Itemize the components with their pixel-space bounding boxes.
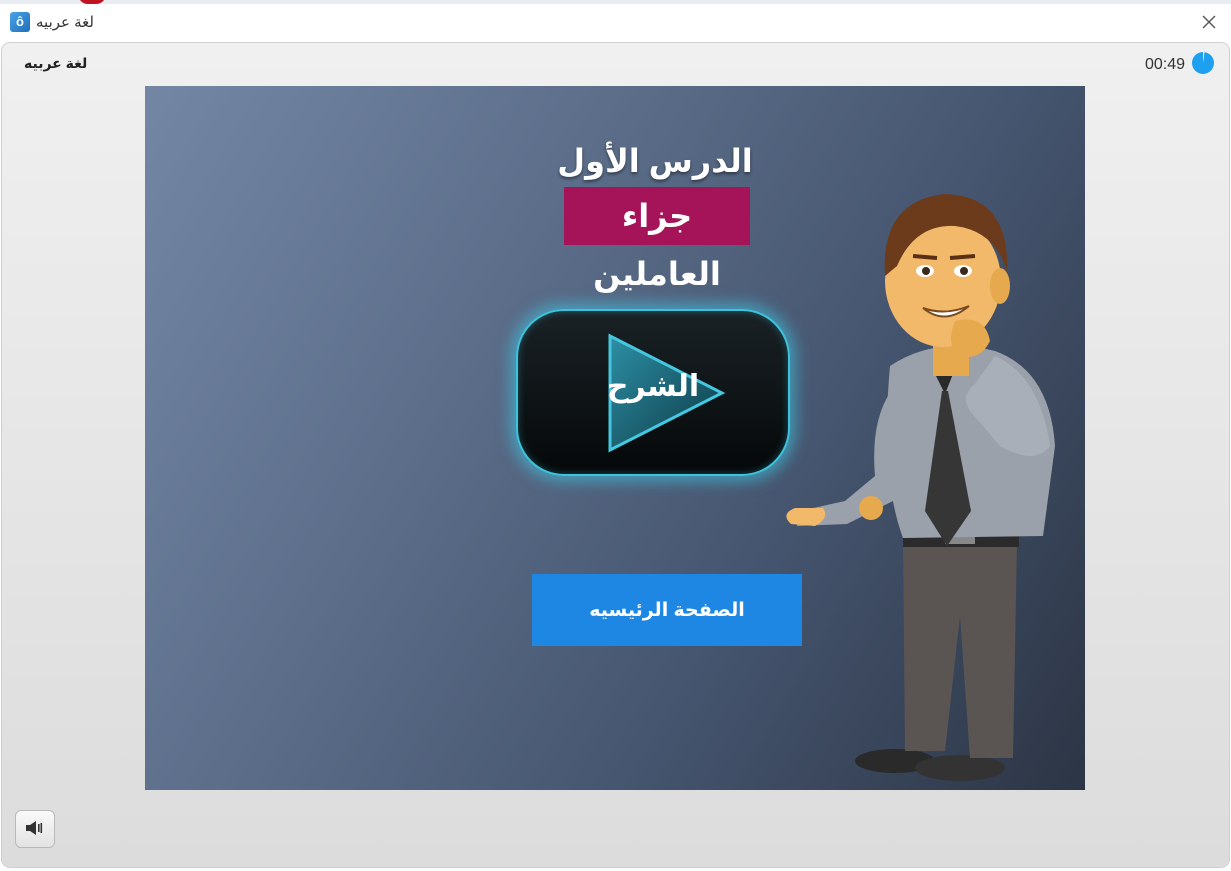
mute-button[interactable] [15, 810, 55, 848]
lesson-subtitle: جزاء العاملين [564, 187, 750, 292]
window-titlebar: ô لغة عربيه [0, 4, 1231, 40]
window-title: لغة عربيه [36, 14, 94, 31]
close-icon [1202, 15, 1216, 29]
close-button[interactable] [1193, 8, 1225, 36]
course-title: لغة عربيه [24, 55, 88, 71]
speaker-icon [26, 821, 43, 835]
player-frame: لغة عربيه 00:49 الدرس الأول جزاء العاملي… [2, 43, 1229, 867]
home-page-button[interactable]: الصفحة الرئيسيه [532, 574, 802, 646]
explanation-play-button[interactable]: الشرح [516, 309, 790, 476]
slide-canvas: الدرس الأول جزاء العاملين الشرح الصفحة ا… [145, 86, 1085, 790]
play-button-label: الشرح [606, 370, 700, 403]
teacher-character-illustration [786, 194, 1055, 781]
timer-text: 00:49 [1144, 56, 1185, 73]
pie-timer-icon [1192, 51, 1214, 74]
app-icon: ô [10, 12, 30, 32]
lesson-title: الدرس الأول [557, 143, 753, 179]
